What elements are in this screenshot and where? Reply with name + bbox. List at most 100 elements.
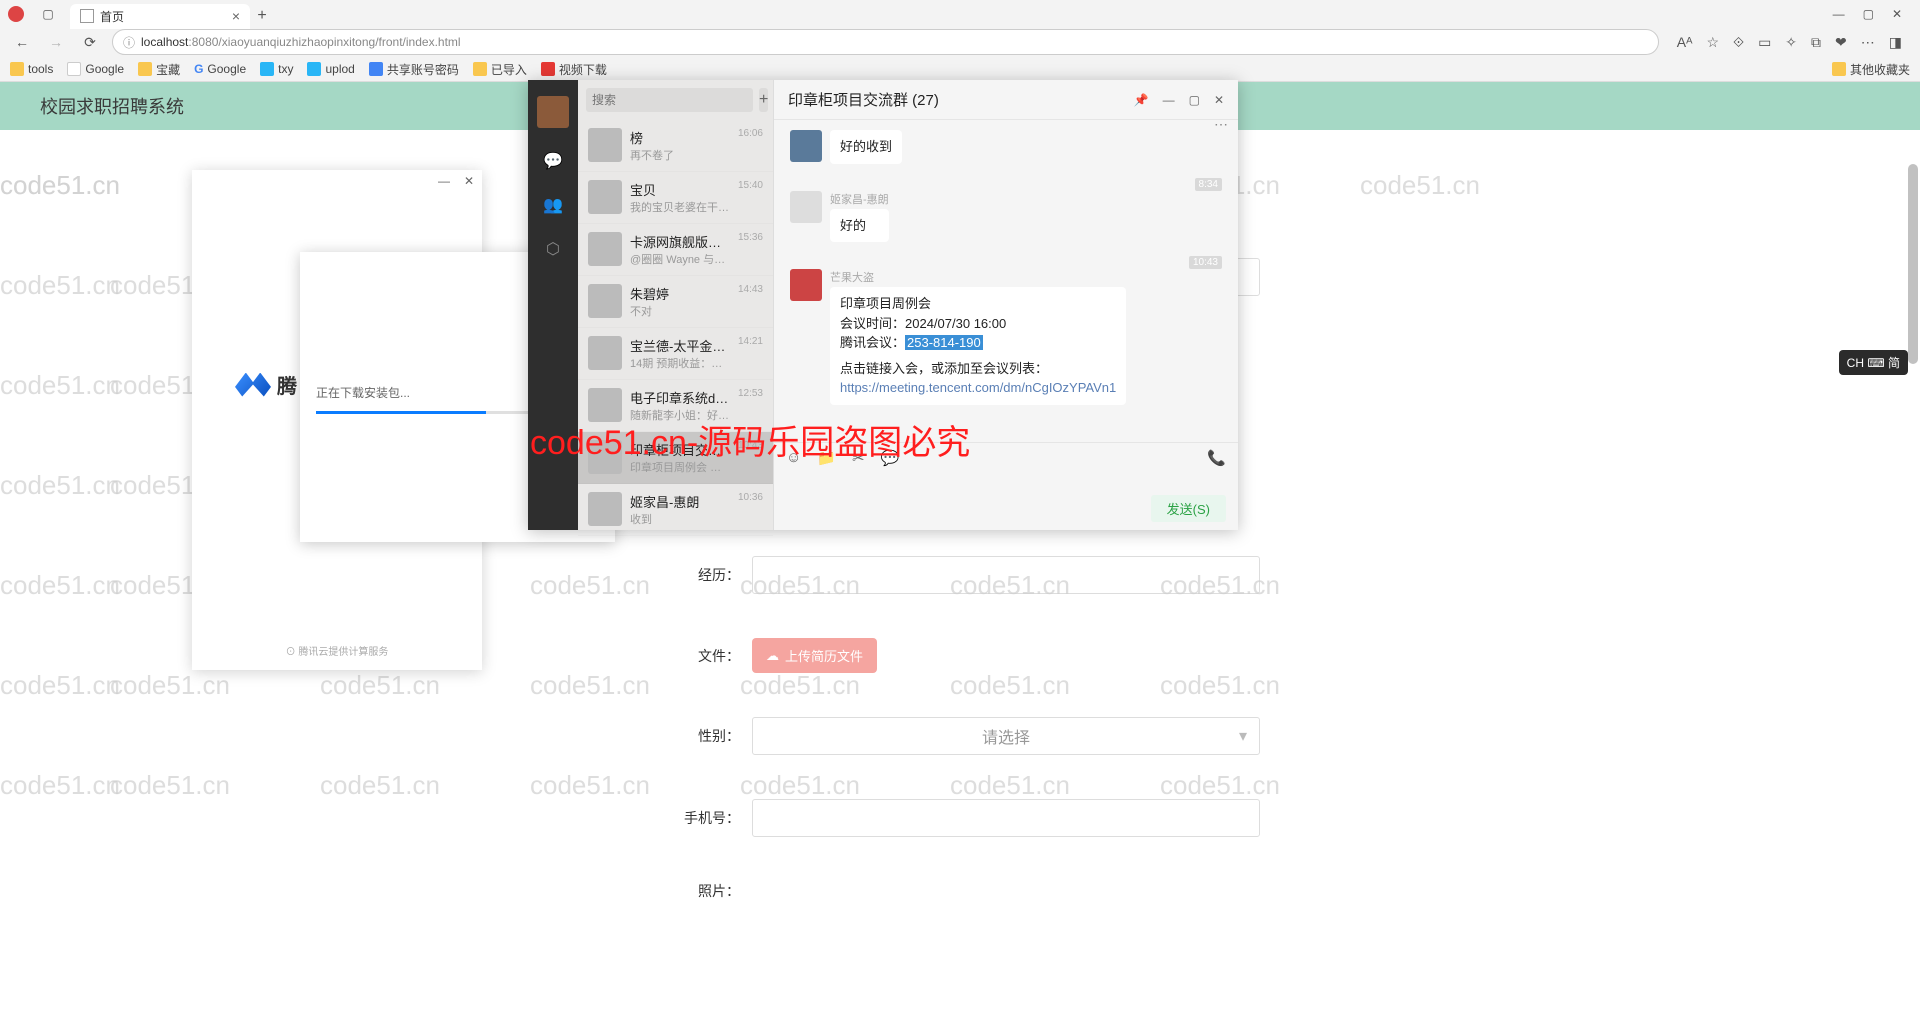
window-close-icon[interactable]: ✕ [464, 174, 474, 188]
ime-indicator[interactable]: CH ⌨ 简 [1839, 350, 1908, 375]
bookmark-item[interactable]: GGoogle [194, 62, 246, 76]
chat-preview: 收到 [630, 511, 730, 527]
browser-tab[interactable]: 首页 × [70, 4, 250, 29]
tab-title: 首页 [100, 8, 124, 25]
chat-name: 朱碧婷 [630, 284, 730, 303]
bookmark-item[interactable]: txy [260, 62, 293, 76]
window-close-icon[interactable]: ✕ [1892, 7, 1902, 21]
chat-list-item[interactable]: 卡源网旗舰版分站咨... @圈圈 Wayne 与群里其... 15:36 [578, 224, 773, 276]
add-button[interactable]: + [759, 88, 768, 112]
phone-input[interactable] [752, 799, 1260, 837]
window-maximize-icon[interactable]: ▢ [1863, 7, 1874, 21]
photo-label: 照片： [660, 881, 740, 901]
chat-list-item[interactable]: 姬家昌-惠朗 收到 10:36 [578, 484, 773, 536]
bookmark-item[interactable]: 视频下载 [541, 61, 607, 78]
search-input[interactable] [586, 88, 753, 112]
favorites-icon[interactable]: ⬡ [542, 238, 564, 260]
window-minimize-icon[interactable]: — [1163, 93, 1175, 107]
nav-back-icon[interactable]: ← [10, 30, 34, 54]
site-info-icon[interactable]: ⓘ [123, 34, 135, 51]
chat-time: 16:06 [738, 128, 763, 163]
more-icon[interactable]: ⋯ [1861, 34, 1875, 51]
message-avatar[interactable] [790, 269, 822, 301]
sender-name: 姬家昌-惠朗 [830, 191, 889, 207]
chat-name: 宝贝 [630, 180, 730, 199]
reader-icon[interactable]: ▭ [1758, 34, 1771, 51]
new-tab-button[interactable]: + [250, 7, 274, 25]
contacts-icon[interactable]: 👥 [542, 194, 564, 216]
chat-time: 14:21 [738, 336, 763, 371]
chat-preview: 我的宝贝老婆在干嘛呀 [630, 199, 730, 215]
meeting-card[interactable]: 印章项目周例会 会议时间：2024/07/30 16:00 腾讯会议：253-8… [830, 287, 1126, 405]
address-bar[interactable]: ⓘ localhost:8080/xiaoyuanqiuzhizhaopinxi… [112, 29, 1659, 55]
nav-reload-icon[interactable]: ⟳ [78, 30, 102, 54]
extensions-icon[interactable]: ⟐ [1733, 34, 1744, 51]
chat-preview: 14期 预期收益：可以了... [630, 355, 730, 371]
downloads-icon[interactable]: ⧉ [1811, 34, 1821, 51]
favorite-icon[interactable]: ☆ [1706, 34, 1719, 51]
chat-time: 10:36 [738, 492, 763, 527]
collections-icon[interactable]: ✧ [1785, 34, 1797, 51]
gender-select[interactable]: 请选择 [752, 717, 1260, 755]
tencent-meeting-logo-icon [235, 373, 271, 397]
chat-preview: 不对 [630, 303, 730, 319]
message-avatar[interactable] [790, 191, 822, 223]
tab-close-icon[interactable]: × [232, 8, 240, 24]
url-path: :8080/xiaoyuanqiuzhizhaopinxitong/front/… [188, 35, 460, 49]
cloud-upload-icon: ☁ [766, 648, 779, 664]
performance-icon[interactable]: ❤ [1835, 34, 1847, 51]
chat-avatar [588, 128, 622, 162]
send-button[interactable]: 发送(S) [1151, 495, 1226, 522]
chat-list-item[interactable]: 榜 再不卷了 16:06 [578, 120, 773, 172]
window-close-icon[interactable]: ✕ [1214, 93, 1224, 107]
message-avatar[interactable] [790, 130, 822, 162]
bookmarks-bar: tools Google 宝藏 GGoogle txy uplod 共享账号密码… [0, 56, 1920, 82]
tab-favicon [80, 9, 94, 23]
resume-input[interactable] [752, 556, 1260, 594]
chat-list-item[interactable]: 宝兰德-太平金科寿... 14期 预期收益：可以了... 14:21 [578, 328, 773, 380]
chat-name: 姬家昌-惠朗 [630, 492, 730, 511]
more-icon[interactable]: ⋯ [1214, 116, 1228, 133]
message-row: 好的收到 [790, 130, 1222, 164]
bookmark-item[interactable]: 共享账号密码 [369, 61, 459, 78]
workspace-icon[interactable]: ▢ [36, 2, 60, 26]
time-tag: 10:43 [1189, 256, 1222, 269]
user-avatar[interactable] [537, 96, 569, 128]
bookmark-item[interactable]: 宝藏 [138, 61, 180, 78]
meeting-id-highlight[interactable]: 253-814-190 [905, 335, 983, 350]
chat-list-item[interactable]: 朱碧婷 不对 14:43 [578, 276, 773, 328]
scrollbar[interactable] [1908, 164, 1918, 364]
other-bookmarks[interactable]: 其他收藏夹 [1832, 61, 1910, 78]
url-host: localhost [141, 35, 188, 49]
window-maximize-icon[interactable]: ▢ [1189, 93, 1200, 107]
message-bubble: 好的 [830, 209, 889, 243]
bookmark-item[interactable]: tools [10, 62, 53, 76]
chat-avatar [588, 336, 622, 370]
window-minimize-icon[interactable]: — [438, 174, 450, 188]
chat-icon[interactable]: 💬 [542, 150, 564, 172]
bookmark-item[interactable]: Google [67, 62, 124, 76]
chat-time: 14:43 [738, 284, 763, 319]
chat-name: 榜 [630, 128, 730, 147]
file-label: 文件： [660, 646, 740, 666]
time-tag: 8:34 [1195, 178, 1222, 191]
chat-name: 卡源网旗舰版分站咨... [630, 232, 730, 251]
chat-list-item[interactable]: 宝贝 我的宝贝老婆在干嘛呀 15:40 [578, 172, 773, 224]
chat-title: 印章柜项目交流群 (27) [788, 89, 939, 110]
chat-avatar [588, 180, 622, 214]
bookmark-item[interactable]: 已导入 [473, 61, 527, 78]
chat-time: 15:40 [738, 180, 763, 215]
sidebar-icon[interactable]: ◨ [1889, 34, 1902, 51]
window-minimize-icon[interactable]: — [1833, 7, 1845, 21]
bookmark-item[interactable]: uplod [307, 62, 354, 76]
phone-label: 手机号： [660, 808, 740, 828]
text-size-icon[interactable]: Aᴬ [1677, 34, 1693, 51]
call-icon[interactable]: 📞 [1207, 449, 1226, 467]
footer-text: ⊙ 腾讯云提供计算服务 [192, 643, 482, 658]
site-title: 校园求职招聘系统 [40, 93, 184, 119]
upload-button[interactable]: ☁上传简历文件 [752, 638, 877, 673]
meeting-link[interactable]: https://meeting.tencent.com/dm/nCgIOzYPA… [840, 378, 1116, 398]
chat-time: 15:36 [738, 232, 763, 267]
profile-avatar[interactable] [8, 6, 24, 22]
pin-icon[interactable]: 📌 [1134, 93, 1149, 107]
